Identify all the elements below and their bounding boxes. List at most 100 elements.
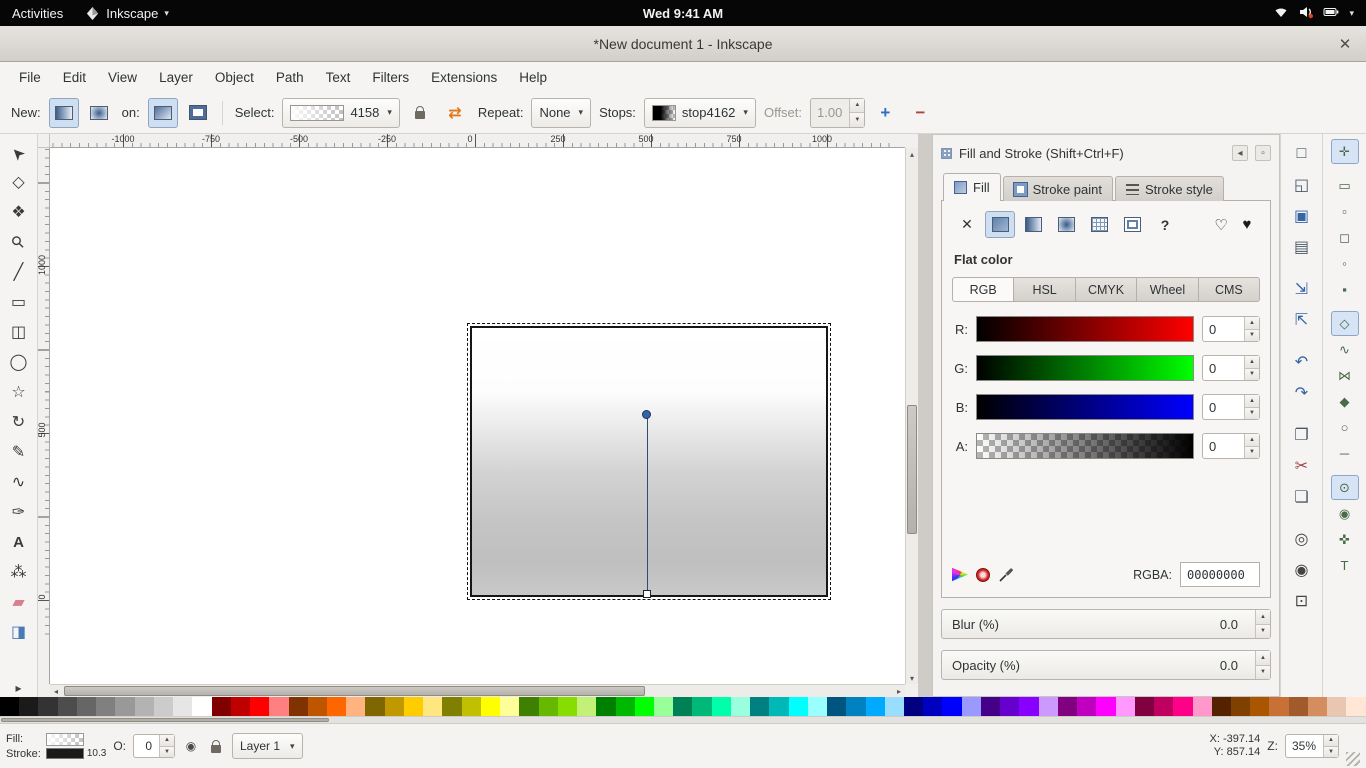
- stroke-swatch[interactable]: [46, 748, 84, 759]
- scroll-down-icon[interactable]: ▾: [906, 672, 918, 684]
- spin-up-icon[interactable]: ▲: [1324, 735, 1338, 746]
- palette-swatch-48[interactable]: [923, 697, 942, 716]
- palette-swatch-26[interactable]: [500, 697, 519, 716]
- spin-down-icon[interactable]: ▼: [1245, 407, 1259, 420]
- gradient-start-handle[interactable]: [642, 410, 651, 419]
- palette-swatch-54[interactable]: [1039, 697, 1058, 716]
- spin-up-icon[interactable]: ▲: [1245, 434, 1259, 446]
- snap-bounding-box-button[interactable]: ▭: [1331, 173, 1359, 198]
- palette-swatch-44[interactable]: [846, 697, 865, 716]
- command-import-button[interactable]: ⇲: [1286, 274, 1318, 304]
- snap-bbox-edges-button[interactable]: ▫: [1331, 199, 1359, 224]
- palette-swatch-9[interactable]: [173, 697, 192, 716]
- spin-up-icon[interactable]: ▲: [1245, 356, 1259, 368]
- layer-lock-icon[interactable]: [207, 737, 225, 755]
- palette-swatch-32[interactable]: [616, 697, 635, 716]
- spin-down-icon[interactable]: ▼: [1245, 368, 1259, 381]
- palette-swatch-19[interactable]: [365, 697, 384, 716]
- palette-swatch-70[interactable]: [1346, 697, 1365, 716]
- palette-swatch-40[interactable]: [769, 697, 788, 716]
- menu-extensions[interactable]: Extensions: [420, 62, 508, 92]
- tool-pencil[interactable]: ✎: [4, 438, 34, 467]
- palette-swatch-67[interactable]: [1289, 697, 1308, 716]
- snap-bbox-edge-midpoints-button[interactable]: ◦: [1331, 251, 1359, 276]
- menu-edit[interactable]: Edit: [52, 62, 97, 92]
- blur-spinbox[interactable]: Blur (%) 0.0 ▲ ▼: [941, 609, 1271, 639]
- tool-calligraphy[interactable]: ✑: [4, 498, 34, 527]
- command-zoom-page-button[interactable]: ⊡: [1286, 586, 1318, 616]
- red-channel-slider[interactable]: [976, 316, 1194, 342]
- snap-others-button[interactable]: ⊙: [1331, 475, 1359, 500]
- palette-swatch-17[interactable]: [327, 697, 346, 716]
- resize-grip[interactable]: [1346, 752, 1360, 766]
- palette-swatch-23[interactable]: [442, 697, 461, 716]
- toolbox-expander-icon[interactable]: ▸: [0, 681, 37, 695]
- palette-swatch-27[interactable]: [519, 697, 538, 716]
- menu-path[interactable]: Path: [265, 62, 315, 92]
- command-zoom-drawing-button[interactable]: ◉: [1286, 555, 1318, 585]
- palette-swatch-39[interactable]: [750, 697, 769, 716]
- delete-stop-button[interactable]: −: [905, 98, 935, 128]
- palette-swatch-47[interactable]: [904, 697, 923, 716]
- selected-rectangle[interactable]: [470, 326, 828, 597]
- opacity-spinbox[interactable]: Opacity (%) 0.0 ▲ ▼: [941, 650, 1271, 680]
- blue-channel-slider[interactable]: [976, 394, 1194, 420]
- paint-no-paint-button[interactable]: ✕: [952, 211, 982, 238]
- palette-swatch-66[interactable]: [1269, 697, 1288, 716]
- color-picker-icon[interactable]: [998, 566, 1015, 583]
- clock[interactable]: Wed 9:41 AM: [643, 6, 723, 21]
- color-triangle-icon[interactable]: [952, 567, 968, 583]
- palette-swatch-1[interactable]: [19, 697, 38, 716]
- rgba-entry[interactable]: 00000000: [1180, 562, 1260, 587]
- gradient-end-handle[interactable]: [643, 590, 651, 598]
- tool-bezier-pen[interactable]: ∿: [4, 468, 34, 497]
- tool-rectangle[interactable]: ▭: [4, 288, 34, 317]
- palette-swatch-31[interactable]: [596, 697, 615, 716]
- spin-down-icon[interactable]: ▼: [160, 746, 174, 758]
- snap-cusp-nodes-button[interactable]: ◆: [1331, 389, 1359, 414]
- reverse-gradient-button[interactable]: ⇄: [440, 98, 470, 128]
- palette-swatch-11[interactable]: [212, 697, 231, 716]
- spin-down-icon[interactable]: ▼: [1324, 746, 1338, 758]
- menu-help[interactable]: Help: [508, 62, 558, 92]
- palette-swatch-61[interactable]: [1173, 697, 1192, 716]
- palette-swatch-29[interactable]: [558, 697, 577, 716]
- spinner-arrows[interactable]: ▲ ▼: [1255, 610, 1270, 638]
- palette-swatch-14[interactable]: [269, 697, 288, 716]
- tool-selector[interactable]: ➤: [4, 138, 34, 167]
- panel-shade-button[interactable]: ◂: [1232, 145, 1248, 161]
- scroll-right-icon[interactable]: ▸: [893, 685, 905, 697]
- palette-swatch-52[interactable]: [1000, 697, 1019, 716]
- palette-swatch-42[interactable]: [808, 697, 827, 716]
- snap-rotation-centers-button[interactable]: ✜: [1331, 527, 1359, 552]
- palette-swatch-33[interactable]: [635, 697, 654, 716]
- layer-selector[interactable]: Layer 1 ▾: [232, 733, 303, 759]
- spin-up-icon[interactable]: ▲: [850, 99, 864, 113]
- tool-zoom[interactable]: ⚲: [4, 228, 34, 257]
- snap-paths-button[interactable]: ∿: [1331, 337, 1359, 362]
- horizontal-ruler[interactable]: -1000-750-500-25002505007501000: [50, 134, 905, 148]
- vertical-scrollbar-thumb[interactable]: [907, 405, 917, 534]
- snapping-enable-button[interactable]: ✛: [1331, 139, 1359, 164]
- spinner-arrows[interactable]: ▲▼: [1244, 434, 1259, 458]
- close-window-button[interactable]: ✕: [1334, 33, 1356, 55]
- spin-up-icon[interactable]: ▲: [1245, 317, 1259, 329]
- paint-linear-gradient-button[interactable]: [1018, 211, 1048, 238]
- apply-to-fill-button[interactable]: [148, 98, 178, 128]
- zoom-spinbox[interactable]: 35% ▲ ▼: [1285, 734, 1339, 758]
- green-channel-spinbox[interactable]: 0▲▼: [1202, 355, 1260, 381]
- palette-swatch-12[interactable]: [231, 697, 250, 716]
- palette-swatch-45[interactable]: [866, 697, 885, 716]
- palette-scrollbar[interactable]: [0, 716, 1366, 723]
- palette-swatch-38[interactable]: [731, 697, 750, 716]
- palette-swatch-18[interactable]: [346, 697, 365, 716]
- paint-pattern-button[interactable]: [1084, 211, 1114, 238]
- tab-stroke-style[interactable]: Stroke style: [1115, 176, 1224, 201]
- link-gradients-button[interactable]: [405, 98, 435, 128]
- palette-swatch-62[interactable]: [1193, 697, 1212, 716]
- vertical-ruler[interactable]: 10005000: [38, 148, 50, 684]
- palette-swatch-59[interactable]: [1135, 697, 1154, 716]
- tool-node-editor[interactable]: ◇: [4, 168, 34, 197]
- snap-smooth-nodes-button[interactable]: ○: [1331, 415, 1359, 440]
- tool-spray[interactable]: ⁂: [4, 558, 34, 587]
